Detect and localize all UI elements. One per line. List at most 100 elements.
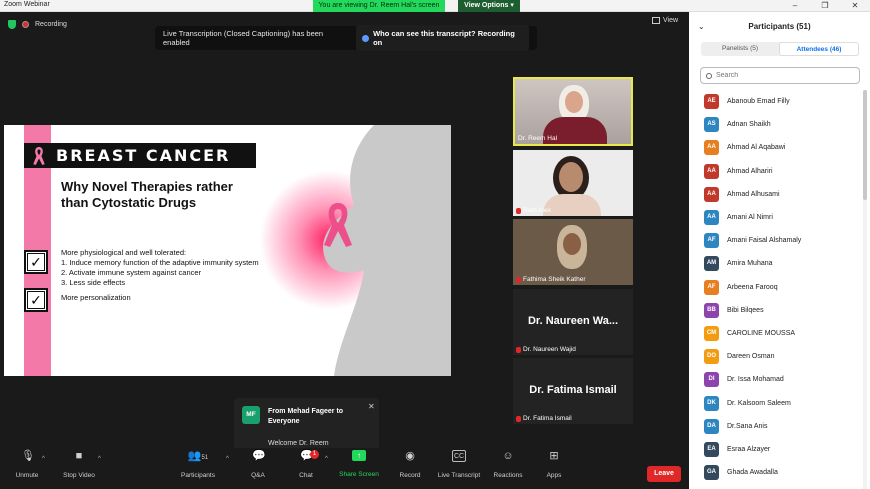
chevron-up-icon[interactable]: ^ <box>226 456 229 462</box>
tab-panelists[interactable]: Panelists (5) <box>701 42 779 56</box>
status-bar: Recording <box>8 20 67 29</box>
person-face <box>559 162 583 192</box>
list-item[interactable]: AA Ahmad Alhariri <box>704 160 864 183</box>
attendee-name: Abanoub Emad Filly <box>727 98 790 106</box>
qa-button[interactable]: 💬 Q&A <box>231 450 285 479</box>
avatar: AF <box>704 233 719 249</box>
video-tile[interactable]: Fathima Sheik Kather <box>513 219 633 285</box>
tab-attendees[interactable]: Attendees (46) <box>779 42 859 56</box>
participants-button[interactable]: 👥51 Participants <box>171 450 225 479</box>
attendee-name: Dareen Osman <box>727 353 775 361</box>
attendee-name: Dr. Issa Mohamad <box>727 376 784 384</box>
list-item[interactable]: AF Amani Faisal Alshamaly <box>704 229 864 252</box>
share-screen-label: Share Screen <box>339 471 379 478</box>
list-item[interactable]: DO Dareen Osman <box>704 345 864 368</box>
search-icon <box>706 72 712 79</box>
chat-button[interactable]: 💬 1 Chat <box>279 450 333 479</box>
chevron-up-icon[interactable]: ^ <box>42 456 45 462</box>
chat-message: Welcome Dr. Reem <box>268 440 329 447</box>
list-item[interactable]: CM CAROLINE MOUSSA <box>704 322 864 345</box>
chat-badge: 1 <box>310 450 319 459</box>
list-item[interactable]: DK Dr. Kalsoom Saleem <box>704 391 864 414</box>
unmute-button[interactable]: 🎙 Unmute <box>0 450 54 479</box>
close-icon[interactable]: ✕ <box>840 0 870 12</box>
list-item[interactable]: AM Amira Muhana <box>704 252 864 275</box>
minimize-icon[interactable]: – <box>780 0 810 12</box>
transcript-info-button[interactable]: Who can see this transcript? Recording o… <box>356 25 529 51</box>
attendee-list: AE Abanoub Emad Filly AS Adnan Shaikh AA Ahma… <box>704 90 864 484</box>
chevron-up-icon[interactable]: ^ <box>98 456 101 462</box>
list-item[interactable]: AE Abanoub Emad Filly <box>704 90 864 113</box>
participants-label: Participants <box>181 472 215 479</box>
list-item[interactable]: DA Dr.Sana Anis <box>704 415 864 438</box>
participants-panel: ⌄ Participants (51) Panelists (5) Attend… <box>689 12 870 489</box>
video-name-label: Ruth Alex <box>516 207 551 214</box>
maximize-icon[interactable]: ❐ <box>810 0 840 12</box>
share-screen-button[interactable]: ↑ Share Screen <box>332 450 386 478</box>
slide-point: 1. Induce memory function of the adaptiv… <box>61 258 259 267</box>
participants-tabs: Panelists (5) Attendees (46) <box>701 42 859 56</box>
view-options-button[interactable]: View Options ▾ <box>458 0 520 12</box>
video-tile-name-only[interactable]: Dr. Fatima Ismail Dr. Fatima Ismail <box>513 358 633 424</box>
close-icon[interactable]: ✕ <box>368 402 375 411</box>
cc-icon: CC <box>452 450 466 462</box>
record-button[interactable]: ◉ Record <box>383 450 437 479</box>
list-item[interactable]: AA Ahmad Alhusami <box>704 183 864 206</box>
avatar: DI <box>704 372 719 388</box>
qa-label: Q&A <box>251 472 265 479</box>
avatar: MF <box>242 406 260 424</box>
video-tile[interactable]: Ruth Alex <box>513 150 633 216</box>
chat-sender: From Mehad Fageer to Everyone <box>268 408 344 425</box>
list-item[interactable]: GA Ghada Awadalla <box>704 461 864 484</box>
attendee-name: Ahmad Alhusami <box>727 190 780 198</box>
video-name-label: Dr. Naureen Wajid <box>516 346 576 353</box>
list-item[interactable]: DI Dr. Issa Mohamad <box>704 368 864 391</box>
attendee-name: Ahmad Al Aqabawi <box>727 144 786 152</box>
share-screen-icon: ↑ <box>352 450 366 461</box>
person-icon <box>362 34 370 42</box>
avatar: AM <box>704 256 719 272</box>
chevron-up-icon[interactable]: ^ <box>325 456 328 462</box>
view-label: View <box>663 17 679 24</box>
shield-icon[interactable] <box>8 20 16 29</box>
reactions-icon: ☺ <box>502 450 514 462</box>
view-button[interactable]: View <box>652 17 678 24</box>
meeting-toolbar: 🎙 Unmute ^ ■ Stop Video ^ 👥51 Participan… <box>0 448 689 489</box>
unmute-label: Unmute <box>15 472 39 479</box>
attendee-name: Ahmad Alhariri <box>727 167 773 175</box>
scrollbar[interactable] <box>863 90 867 489</box>
grid-icon <box>652 17 660 24</box>
video-tile-name-only[interactable]: Dr. Naureen Wa... Dr. Naureen Wajid <box>513 289 633 355</box>
list-item[interactable]: AA Amani Al Nimri <box>704 206 864 229</box>
avatar: EA <box>704 441 719 457</box>
viewing-screen-banner: You are viewing Dr. Reem Hal's screen <box>313 0 445 12</box>
recording-label: Recording <box>35 21 67 28</box>
slide-title-bar: BREAST CANCER <box>24 143 256 168</box>
transcript-link-label: Who can see this transcript? Recording o… <box>373 29 515 47</box>
attendee-name: Amira Muhana <box>727 260 773 268</box>
transcript-message: Live Transcription (Closed Captioning) h… <box>163 29 324 47</box>
list-item[interactable]: AF Arbeena Farooq <box>704 276 864 299</box>
avatar: AE <box>704 94 719 110</box>
scroll-thumb[interactable] <box>863 90 867 200</box>
list-item[interactable]: AA Ahmad Al Aqabawi <box>704 136 864 159</box>
avatar: DO <box>704 349 719 365</box>
stop-video-button[interactable]: ■ Stop Video <box>52 450 106 479</box>
attendee-name: Bibi Bilqees <box>727 306 764 314</box>
live-transcript-button[interactable]: CC Live Transcript <box>432 450 486 479</box>
leave-button[interactable]: Leave <box>647 466 681 482</box>
video-tile-active[interactable]: Dr. Reem Hal <box>513 77 633 146</box>
list-item[interactable]: BB Bibi Bilqees <box>704 299 864 322</box>
slide-heading: Why Novel Therapies rather than Cytostat… <box>61 179 233 210</box>
video-name-label: Fathima Sheik Kather <box>516 276 586 283</box>
avatar: AA <box>704 186 719 202</box>
recording-icon <box>22 21 29 28</box>
list-item[interactable]: EA Esraa Alzayer <box>704 438 864 461</box>
slide-extra: More personalization <box>61 293 131 302</box>
search-box[interactable] <box>700 67 860 84</box>
search-input[interactable] <box>716 72 846 79</box>
stop-video-label: Stop Video <box>63 472 95 479</box>
mic-muted-icon <box>516 346 521 353</box>
apps-button[interactable]: ⊞ Apps <box>527 450 581 479</box>
list-item[interactable]: AS Adnan Shaikh <box>704 113 864 136</box>
